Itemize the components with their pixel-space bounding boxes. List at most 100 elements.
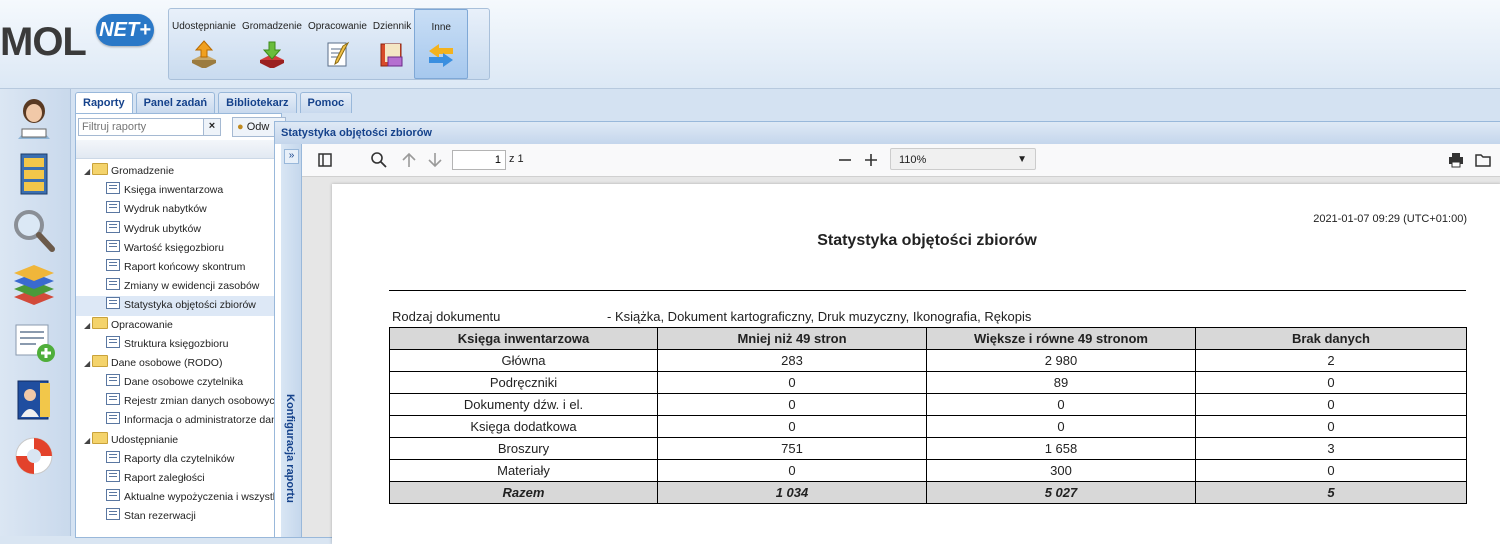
table-row: Dokumenty dźw. i el. 0 0 0	[389, 393, 1467, 416]
tree-item-label: Zmiany w ewidencji zasobów	[124, 280, 260, 293]
zoom-in-icon[interactable]	[862, 151, 880, 169]
search-magnifier-icon[interactable]	[10, 207, 58, 253]
expand-caret-icon[interactable]: ◢	[84, 316, 92, 335]
table-cell: 0	[657, 371, 927, 394]
tree-item-label: Rejestr zmian danych osobowych	[124, 395, 281, 408]
tree-folder[interactable]: ◢ Opracowanie	[76, 316, 281, 335]
tab-raporty[interactable]: Raporty	[75, 92, 133, 113]
tree-folder[interactable]: ◢ Dane osobowe (RODO)	[76, 354, 281, 373]
table-cell: 0	[657, 393, 927, 416]
expand-caret-icon[interactable]: ◢	[84, 354, 92, 373]
module-inne[interactable]: Inne	[414, 9, 469, 79]
tree-item-label: Informacja o administratorze danych	[124, 414, 281, 427]
table-row: Główna 283 2 980 2	[389, 349, 1467, 372]
table-total-cell: 5	[1195, 481, 1467, 504]
table-row: Broszury 751 1 658 3	[389, 437, 1467, 460]
edit-document-icon	[327, 41, 350, 67]
books-stack-icon[interactable]	[10, 263, 58, 309]
upload-arrow-icon	[191, 40, 216, 68]
module-gromadzenie[interactable]: Gromadzenie	[239, 9, 305, 77]
filter-reports-input[interactable]	[78, 118, 204, 136]
chevron-down-icon: ▼	[1017, 154, 1027, 165]
refresh-button-label: Odw	[246, 121, 270, 133]
report-table: Księga inwentarzowa Mniej niż 49 stron W…	[389, 327, 1467, 504]
tree-report-item[interactable]: Informacja o administratorze danych	[76, 411, 281, 430]
table-cell: 1 658	[926, 437, 1196, 460]
pdf-viewer: z 1 110% ▼ 2021-01-07 0	[302, 144, 1500, 544]
print-icon[interactable]	[1447, 151, 1465, 169]
tree-report-item[interactable]: Statystyka objętości zbiorów	[76, 296, 281, 316]
tree-report-item[interactable]: Dane osobowe czytelnika	[76, 373, 281, 392]
previous-page-icon[interactable]	[400, 151, 418, 169]
tree-report-item[interactable]: Stan rezerwacji	[76, 507, 281, 526]
module-dziennik[interactable]: Dziennik	[370, 9, 414, 77]
report-icon	[106, 258, 120, 271]
tree-report-item[interactable]: Zmiany w ewidencji zasobów	[76, 277, 281, 296]
tab-bibliotekarz[interactable]: Bibliotekarz	[218, 92, 297, 113]
expand-caret-icon[interactable]: ◢	[84, 162, 92, 181]
page-number-input[interactable]	[452, 150, 506, 170]
table-cell: Broszury	[389, 437, 658, 460]
config-collapse-strip[interactable]: » Konfiguracja raportu	[281, 144, 302, 537]
tree-report-item[interactable]: Wartość księgozbioru	[76, 239, 281, 258]
sidebar-toggle-icon[interactable]	[316, 151, 334, 169]
lifebuoy-icon[interactable]	[10, 433, 58, 479]
open-file-icon[interactable]	[1474, 151, 1492, 169]
tree-report-item[interactable]: Aktualne wypożyczenia i wszystkie	[76, 488, 281, 507]
tree-header	[76, 140, 281, 159]
main-tabs: Raporty Panel zadań Bibliotekarz Pomoc	[75, 92, 355, 114]
tab-pomoc[interactable]: Pomoc	[299, 92, 353, 113]
app-logo-badge: NET+	[96, 14, 154, 46]
clear-filter-button[interactable]: ×	[203, 118, 221, 136]
tree-report-item[interactable]: Księga inwentarzowa	[76, 181, 281, 200]
librarian-icon[interactable]	[10, 95, 58, 141]
tree-item-label: Wartość księgozbioru	[124, 241, 224, 254]
reports-tree-panel: × ● Odw ◢ Gromadzenie Księga inwentarzowa W…	[75, 113, 286, 538]
tree-folder[interactable]: ◢ Gromadzenie	[76, 162, 281, 181]
document-type-label: Rodzaj dokumentu	[392, 309, 501, 324]
table-cell: 2 980	[926, 349, 1196, 372]
tree-report-item[interactable]: Wydruk ubytków	[76, 220, 281, 239]
folder-icon	[92, 316, 108, 329]
config-label: Konfiguracja raportu	[284, 394, 296, 503]
zoom-select[interactable]: 110% ▼	[890, 148, 1036, 170]
tree-report-item[interactable]: Wydruk nabytków	[76, 200, 281, 219]
table-cell: 3	[1195, 437, 1467, 460]
tree-report-item[interactable]: Struktura księgozbioru	[76, 335, 281, 354]
tree-item-label: Raporty dla czytelników	[124, 452, 235, 465]
catalog-cabinet-icon[interactable]	[10, 151, 58, 197]
table-cell: 89	[926, 371, 1196, 394]
tree-folder[interactable]: ◢ Udostępnianie	[76, 431, 281, 450]
tree-report-item[interactable]: Raport zaległości	[76, 469, 281, 488]
tree-report-item[interactable]: Rejestr zmian danych osobowych	[76, 392, 281, 411]
module-udostepnianie[interactable]: Udostępnianie	[169, 9, 239, 77]
search-icon[interactable]	[370, 151, 388, 169]
add-record-icon[interactable]	[10, 319, 58, 365]
next-page-icon[interactable]	[426, 151, 444, 169]
app-logo: MOL	[0, 20, 87, 64]
table-cell: 0	[1195, 415, 1467, 438]
reader-book-icon[interactable]	[10, 377, 58, 423]
report-table-body: Główna 283 2 980 2 Podręczniki 0 89 0 Dokumenty …	[389, 349, 1467, 504]
zoom-out-icon[interactable]	[836, 151, 854, 169]
table-total-row: Razem 1 034 5 027 5	[389, 481, 1467, 504]
page-count: z 1	[509, 153, 524, 165]
tree-report-item[interactable]: Raporty dla czytelników	[76, 450, 281, 469]
module-label: Dziennik	[372, 21, 412, 32]
module-label: Udostępnianie	[172, 21, 236, 32]
table-cell: Główna	[389, 349, 658, 372]
table-cell: 283	[657, 349, 927, 372]
tab-panel-zadan[interactable]: Panel zadań	[135, 92, 216, 113]
expand-config-button[interactable]: »	[284, 149, 299, 164]
table-cell: 0	[657, 415, 927, 438]
folder-icon	[92, 163, 108, 175]
expand-caret-icon[interactable]: ◢	[84, 431, 92, 450]
report-divider	[389, 290, 1466, 291]
table-cell: 0	[1195, 393, 1467, 416]
tree-item-label: Dane osobowe (RODO)	[111, 356, 223, 369]
column-header: Mniej niż 49 stron	[657, 327, 927, 350]
table-total-cell: 5 027	[926, 481, 1196, 504]
table-cell: 2	[1195, 349, 1467, 372]
module-opracowanie[interactable]: Opracowanie	[305, 9, 370, 77]
tree-report-item[interactable]: Raport końcowy skontrum	[76, 258, 281, 277]
